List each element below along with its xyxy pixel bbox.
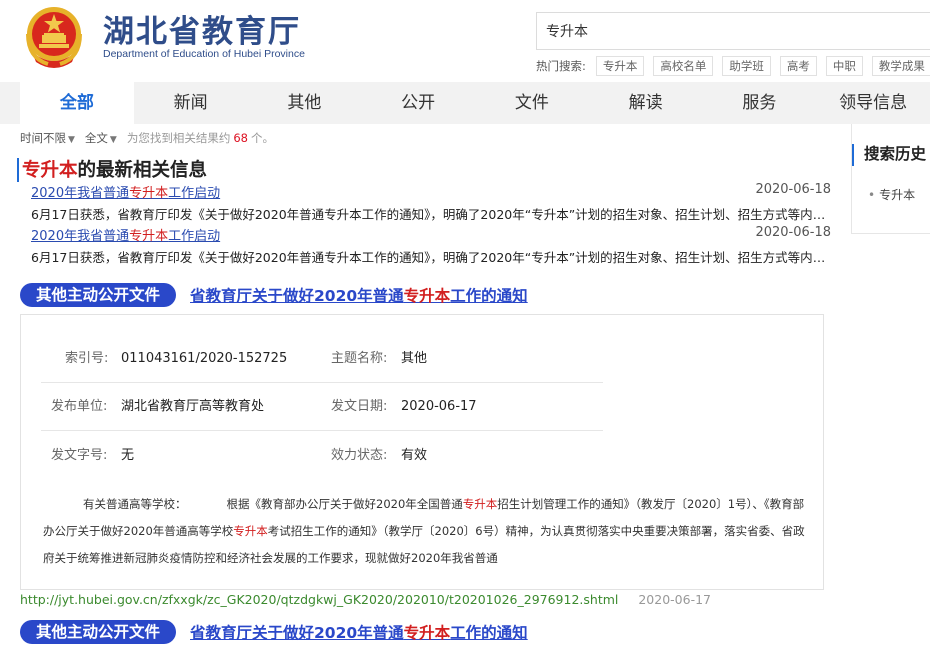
section-accent-bar [852, 144, 854, 166]
hot-tag-6[interactable]: 教学成果 [871, 56, 930, 76]
link-text: 2020年我省普通 [31, 229, 130, 244]
search-history-title: 搜索历史 [864, 145, 927, 163]
heading-keyword: 专升本 [22, 160, 78, 181]
tab-services[interactable]: 服务 [703, 82, 817, 124]
hot-tag-3[interactable]: 助学班 [722, 56, 771, 76]
hot-search-bar: 热门搜索: 专升本 高校名单 助学班 高考 中职 教学成果 [536, 56, 930, 76]
validity-value: 有效 [401, 448, 428, 463]
title-text: 工作的通知 [450, 287, 528, 305]
news-date: 2020-06-18 [755, 182, 831, 197]
salutation: 有关普通高等学校： [83, 497, 187, 511]
tab-other[interactable]: 其他 [248, 82, 362, 124]
tab-documents[interactable]: 文件 [475, 82, 589, 124]
topic-value: 其他 [401, 351, 428, 366]
history-item[interactable]: • 专升本 [868, 186, 915, 203]
result-title-link[interactable]: 省教育厅关于做好2020年普通专升本工作的通知 [190, 621, 528, 643]
tab-public[interactable]: 公开 [361, 82, 475, 124]
issuer-value: 湖北省教育厅高等教育处 [121, 399, 265, 414]
site-subtitle: Department of Education of Hubei Provinc… [103, 48, 305, 60]
doc-number-label: 发文字号: [51, 448, 108, 463]
link-keyword: 专升本 [129, 186, 169, 201]
title-keyword: 专升本 [403, 624, 451, 642]
site-header: 湖北省教育厅 Department of Education of Hubei … [0, 0, 930, 82]
scope-filter-dropdown[interactable]: 全文 ▼ [85, 130, 117, 146]
link-text: 工作启动 [168, 229, 221, 244]
tab-leaders[interactable]: 领导信息 [816, 82, 930, 124]
filter-bar: 时间不限 ▼ 全文 ▼ 为您找到相关结果约 68 个。 [20, 130, 274, 146]
excerpt-text: 根据《教育部办公厅关于做好2020年全国普通 [226, 497, 463, 511]
scope-filter-label: 全文 [84, 131, 108, 145]
topic-label: 主题名称: [331, 351, 388, 366]
result-header: 其他主动公开文件 省教育厅关于做好2020年普通专升本工作的通知 [20, 283, 528, 307]
caret-down-icon: ▼ [68, 135, 75, 145]
national-emblem-icon[interactable] [22, 4, 86, 72]
doc-number-value: 无 [121, 448, 135, 463]
hot-tag-1[interactable]: 专升本 [595, 56, 645, 76]
title-keyword: 专升本 [403, 287, 451, 305]
search-box [536, 12, 930, 50]
hot-tag-5[interactable]: 中职 [825, 56, 863, 76]
hot-tag-2[interactable]: 高校名单 [653, 56, 714, 76]
hot-tag-4[interactable]: 高考 [779, 56, 817, 76]
meta-row: 发布单位: 湖北省教育厅高等教育处 发文日期: 2020-06-17 [41, 383, 603, 431]
link-text: 2020年我省普通 [31, 186, 130, 201]
validity-label: 效力状态: [331, 448, 388, 463]
result-category-badge: 其他主动公开文件 [20, 283, 177, 307]
tab-interpretation[interactable]: 解读 [589, 82, 703, 124]
title-text: 省教育厅关于做好2020年普通 [190, 624, 404, 642]
caret-down-icon: ▼ [109, 135, 117, 145]
search-input[interactable] [537, 13, 930, 49]
hot-search-label: 热门搜索: [536, 59, 586, 73]
section-accent-bar [17, 158, 19, 182]
result-detail-card: 索引号: 011043161/2020-152725 主题名称: 其他 发布单位… [20, 314, 824, 590]
result-body-excerpt: 有关普通高等学校： 根据《教育部办公厅关于做好2020年全国普通专升本招生计划管理… [43, 491, 805, 572]
history-item-label: 专升本 [879, 188, 916, 202]
result-count: 68 [233, 131, 248, 145]
meta-row: 索引号: 011043161/2020-152725 主题名称: 其他 [41, 335, 603, 383]
tab-all[interactable]: 全部 [20, 82, 134, 124]
news-summary: 6月17日获悉，省教育厅印发《关于做好2020年普通专升本工作的通知》，明确了2… [31, 250, 827, 265]
result-count-suffix: 个。 [250, 131, 274, 145]
search-history-panel: 搜索历史 • 专升本 [851, 124, 930, 234]
news-link[interactable]: 2020年我省普通专升本工作启动 [31, 229, 220, 244]
index-label: 索引号: [65, 351, 109, 366]
result-category-badge: 其他主动公开文件 [20, 620, 177, 644]
link-keyword: 专升本 [129, 229, 169, 244]
result-url-row: http://jyt.hubei.gov.cn/zfxxgk/zc_GK2020… [20, 592, 711, 607]
news-item: 2020年我省普通专升本工作启动 2020-06-18 6月17日获悉，省教育厅… [31, 225, 831, 265]
result-header: 其他主动公开文件 省教育厅关于做好2020年普通专升本工作的通知 [20, 620, 528, 644]
link-text: 工作启动 [168, 186, 221, 201]
time-filter-label: 时间不限 [20, 131, 66, 145]
meta-row: 发文字号: 无 效力状态: 有效 [41, 432, 603, 480]
site-title[interactable]: 湖北省教育厅 [103, 6, 301, 51]
heading-rest: 的最新相关信息 [77, 160, 208, 181]
result-count-prefix: 为您找到相关结果约 [126, 131, 231, 145]
title-text: 省教育厅关于做好2020年普通 [190, 287, 404, 305]
news-summary: 6月17日获悉，省教育厅印发《关于做好2020年普通专升本工作的通知》，明确了2… [31, 207, 827, 222]
news-date: 2020-06-18 [755, 225, 831, 240]
result-date: 2020-06-17 [638, 592, 712, 607]
time-filter-dropdown[interactable]: 时间不限 ▼ [20, 130, 75, 146]
result-title-link[interactable]: 省教育厅关于做好2020年普通专升本工作的通知 [190, 284, 528, 306]
news-item: 2020年我省普通专升本工作启动 2020-06-18 6月17日获悉，省教育厅… [31, 182, 831, 222]
category-tabs: 全部 新闻 其他 公开 文件 解读 服务 领导信息 [0, 82, 930, 124]
tab-news[interactable]: 新闻 [134, 82, 248, 124]
latest-info-heading: 专升本的最新相关信息 [22, 156, 207, 182]
issuer-label: 发布单位: [51, 399, 108, 414]
bullet-icon: • [868, 188, 876, 202]
excerpt-keyword: 专升本 [233, 524, 268, 538]
excerpt-keyword: 专升本 [462, 497, 498, 511]
issue-date-value: 2020-06-17 [401, 399, 477, 414]
index-value: 011043161/2020-152725 [121, 351, 288, 366]
result-url[interactable]: http://jyt.hubei.gov.cn/zfxxgk/zc_GK2020… [20, 592, 618, 607]
news-link[interactable]: 2020年我省普通专升本工作启动 [31, 186, 220, 201]
issue-date-label: 发文日期: [331, 399, 388, 414]
title-text: 工作的通知 [450, 624, 528, 642]
